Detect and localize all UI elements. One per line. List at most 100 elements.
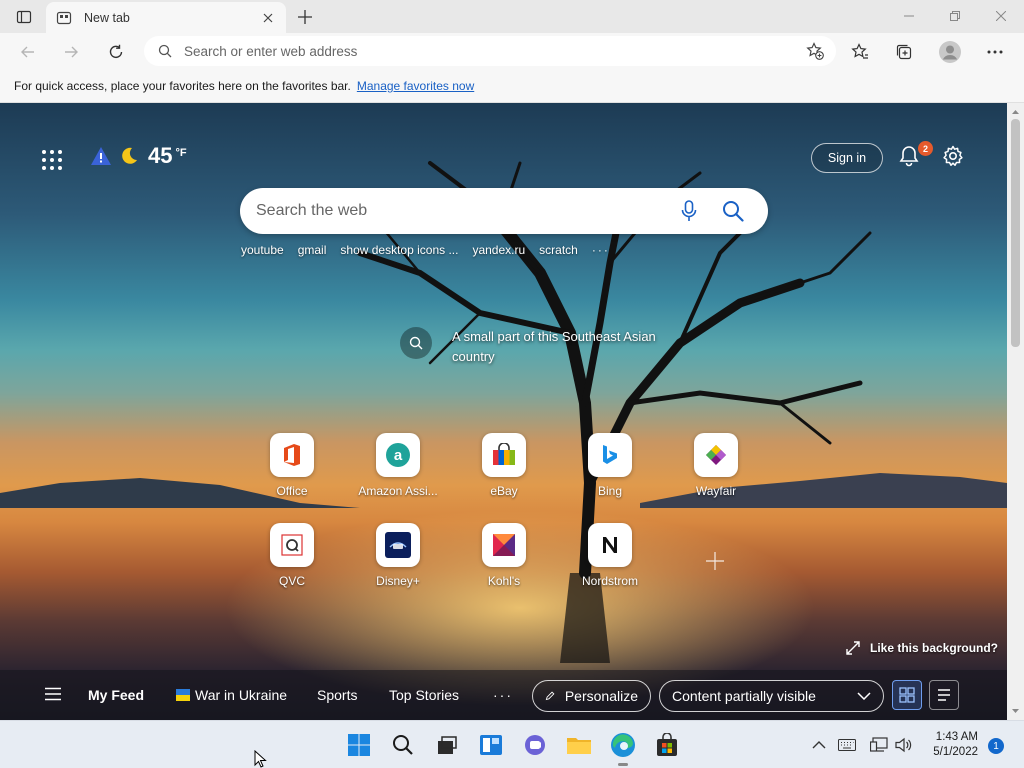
background-image-info[interactable]: A small part of this Southeast Asian cou…: [400, 327, 682, 367]
system-clock[interactable]: 1:43 AM 5/1/2022: [926, 730, 978, 760]
new-tab-button[interactable]: [292, 4, 318, 30]
apps-launcher-icon[interactable]: [40, 148, 64, 172]
sign-in-button[interactable]: Sign in: [811, 143, 883, 173]
tile-disney-plus[interactable]: Disney+: [348, 523, 448, 588]
tab-strip: New tab: [0, 0, 1024, 33]
page-settings-gear-icon[interactable]: [942, 145, 968, 171]
microsoft-store-icon[interactable]: [653, 731, 681, 759]
temperature: 45: [148, 143, 173, 168]
content-visibility-dropdown[interactable]: Content partially visible: [659, 680, 884, 712]
tile-label: QVC: [278, 574, 305, 588]
taskbar-search-icon[interactable]: [389, 731, 417, 759]
feed-tab-top-stories[interactable]: Top Stories: [389, 687, 459, 703]
more-options-icon[interactable]: [979, 36, 1011, 68]
manage-favorites-link[interactable]: Manage favorites now: [357, 79, 474, 93]
new-tab-page-icon: [56, 10, 72, 26]
scroll-down-arrow-icon[interactable]: [1007, 704, 1024, 718]
tile-label: Bing: [597, 484, 623, 498]
quick-link[interactable]: youtube: [241, 243, 284, 257]
grid-view-button[interactable]: [892, 680, 922, 710]
tab-actions-icon[interactable]: [8, 4, 40, 30]
scroll-up-arrow-icon[interactable]: [1007, 105, 1024, 119]
keyboard-icon[interactable]: [833, 731, 861, 759]
weather-alert-icon: [91, 147, 111, 165]
tile-amazon-assistant[interactable]: a Amazon Assi...: [348, 433, 448, 498]
scrollbar-thumb[interactable]: [1011, 119, 1020, 347]
more-quick-links-button[interactable]: ···: [592, 243, 610, 257]
svg-text:a: a: [394, 447, 403, 464]
windows-taskbar: 1:43 AM 5/1/2022 1: [0, 720, 1024, 768]
clock-date: 5/1/2022: [933, 746, 978, 758]
notifications-bell-icon[interactable]: 2: [898, 141, 933, 171]
clock-time: 1:43 AM: [935, 731, 978, 743]
task-view-icon[interactable]: [433, 731, 461, 759]
quick-link[interactable]: yandex.ru: [472, 243, 525, 257]
close-tab-icon[interactable]: [260, 10, 276, 26]
show-hidden-icons-chevron-up-icon[interactable]: [805, 731, 833, 759]
network-icon[interactable]: [865, 731, 893, 759]
feed-tab-sports[interactable]: Sports: [317, 687, 357, 703]
feed-tab-my-feed[interactable]: My Feed: [88, 687, 144, 703]
back-icon[interactable]: [12, 36, 44, 68]
profile-avatar[interactable]: [934, 36, 966, 68]
restore-button[interactable]: [932, 0, 978, 32]
quick-link[interactable]: scratch: [539, 243, 578, 257]
qvc-icon: [270, 523, 314, 567]
volume-icon[interactable]: [890, 731, 918, 759]
moon-icon: [122, 147, 137, 164]
quick-link[interactable]: gmail: [298, 243, 327, 257]
wayfair-icon: [694, 433, 738, 477]
windows-start-icon[interactable]: [345, 731, 373, 759]
microphone-icon[interactable]: [674, 196, 704, 226]
tile-ebay[interactable]: eBay: [454, 433, 554, 498]
pencil-icon: [545, 691, 555, 701]
feed-tab-label: War in Ukraine: [195, 687, 288, 703]
notification-center-badge[interactable]: 1: [988, 738, 1004, 754]
web-search-box[interactable]: Search the web: [240, 188, 768, 234]
tile-label: Amazon Assi...: [358, 484, 438, 498]
notification-count-badge: 2: [918, 141, 933, 156]
list-view-button[interactable]: [929, 680, 959, 710]
add-shortcut-plus-icon[interactable]: [703, 549, 727, 573]
weather-widget[interactable]: 45 °F: [90, 143, 187, 169]
collections-icon[interactable]: [888, 36, 920, 68]
tile-label: Wayfair: [695, 484, 737, 498]
forward-icon[interactable]: [55, 36, 87, 68]
widgets-icon[interactable]: [477, 731, 505, 759]
tab-title: New tab: [84, 10, 130, 25]
chevron-down-icon: [857, 692, 871, 700]
tile-qvc[interactable]: QVC: [242, 523, 342, 588]
tile-nordstrom[interactable]: Nordstrom: [560, 523, 660, 588]
tile-kohls[interactable]: Kohl's: [454, 523, 554, 588]
bing-icon: [588, 433, 632, 477]
favorites-icon[interactable]: [844, 36, 876, 68]
like-background-button[interactable]: Like this background?: [846, 641, 998, 655]
tile-bing[interactable]: Bing: [560, 433, 660, 498]
address-bar[interactable]: Search or enter web address: [144, 36, 836, 66]
favorites-bar: For quick access, place your favorites h…: [0, 70, 1024, 103]
office-icon: [270, 433, 314, 477]
like-background-text: Like this background?: [870, 641, 999, 655]
image-search-icon: [400, 327, 432, 359]
edge-browser-icon[interactable]: [609, 731, 637, 766]
page-scrollbar[interactable]: [1007, 103, 1024, 720]
personalize-button[interactable]: Personalize: [532, 680, 651, 712]
close-window-button[interactable]: [978, 0, 1024, 32]
news-feed-bar: My Feed War in Ukraine Sports Top Storie…: [0, 670, 1007, 720]
more-feed-tabs-button[interactable]: ···: [493, 687, 513, 703]
image-caption: A small part of this Southeast Asian cou…: [452, 329, 656, 364]
tab-new-tab[interactable]: New tab: [46, 2, 286, 33]
tile-label: Kohl's: [487, 574, 521, 588]
list-view-icon: [938, 689, 950, 701]
feed-tab-war-in-ukraine[interactable]: War in Ukraine: [176, 687, 287, 703]
search-submit-icon[interactable]: [718, 196, 748, 226]
quick-link[interactable]: show desktop icons ...: [340, 243, 458, 257]
file-explorer-icon[interactable]: [565, 731, 593, 759]
teams-chat-icon[interactable]: [521, 731, 549, 759]
minimize-button[interactable]: [886, 0, 932, 32]
tile-wayfair[interactable]: Wayfair: [666, 433, 766, 498]
add-favorite-icon[interactable]: [806, 42, 824, 60]
tile-office[interactable]: Office: [242, 433, 342, 498]
refresh-icon[interactable]: [100, 36, 132, 68]
feed-menu-icon[interactable]: [44, 687, 64, 703]
